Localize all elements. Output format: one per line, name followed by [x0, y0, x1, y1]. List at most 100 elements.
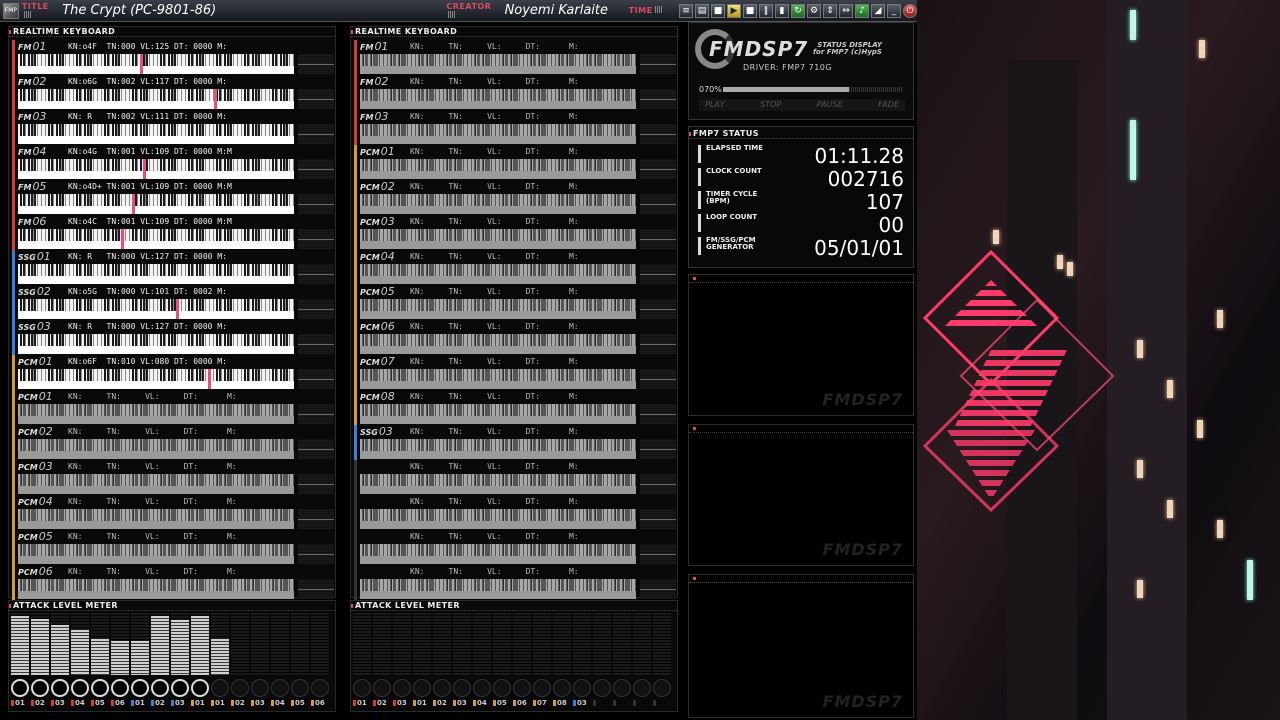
- channel-mute-toggle[interactable]: [433, 679, 451, 697]
- meter-fill: [171, 620, 189, 675]
- channel-mute-toggle[interactable]: [31, 679, 49, 697]
- close-icon[interactable]: ⏻: [903, 3, 918, 18]
- music-icon[interactable]: ♪: [855, 3, 870, 18]
- channel-row[interactable]: KN: TN: VL: DT: M:: [354, 565, 679, 600]
- channel-mute-toggle[interactable]: [131, 679, 149, 697]
- right-meter-header: ATTACK LEVEL METER: [351, 601, 677, 611]
- channel-name: PCM02: [18, 425, 53, 438]
- meter-channel-number: 04: [275, 699, 285, 707]
- save-icon[interactable]: ■: [711, 3, 726, 18]
- channel-mute-toggle[interactable]: [231, 679, 249, 697]
- channel-mute-toggle[interactable]: [251, 679, 269, 697]
- channel-row[interactable]: PCM03 KN: TN: VL: DT: M:: [12, 460, 337, 495]
- channel-info: KN:o6F TN:010 VL:080 DT: 0000 M:: [68, 357, 227, 366]
- fade-control[interactable]: FADE: [878, 99, 899, 111]
- channel-mute-toggle[interactable]: [311, 679, 329, 697]
- channel-row[interactable]: KN: TN: VL: DT: M:: [354, 460, 679, 495]
- channel-mute-toggle[interactable]: [71, 679, 89, 697]
- channel-row[interactable]: FM01 KN: TN: VL: DT: M:: [354, 40, 679, 75]
- channel-mute-toggle[interactable]: [111, 679, 129, 697]
- channel-row[interactable]: PCM03 KN: TN: VL: DT: M:: [354, 215, 679, 250]
- channel-row[interactable]: PCM02 KN: TN: VL: DT: M:: [12, 425, 337, 460]
- stop-icon[interactable]: ■: [743, 3, 758, 18]
- channel-mute-toggle[interactable]: [413, 679, 431, 697]
- channel-row[interactable]: PCM01 KN: TN: VL: DT: M:: [354, 145, 679, 180]
- volume-icon[interactable]: ◢: [871, 3, 886, 18]
- channel-row[interactable]: FM03 KN: R TN:002 VL:111 DT: 0000 M:: [12, 110, 337, 145]
- channel-color-bar: [354, 215, 357, 250]
- channel-mute-toggle[interactable]: [653, 679, 671, 697]
- channel-mute-toggle[interactable]: [493, 679, 511, 697]
- channel-mute-toggle[interactable]: [291, 679, 309, 697]
- pause-icon[interactable]: ‖: [759, 3, 774, 18]
- channel-mute-toggle[interactable]: [453, 679, 471, 697]
- channel-row[interactable]: FM05 KN:o4D+ TN:001 VL:109 DT: 0000 M:M: [12, 180, 337, 215]
- channel-mute-toggle[interactable]: [211, 679, 229, 697]
- channel-row[interactable]: KN: TN: VL: DT: M:: [354, 495, 679, 530]
- channel-row[interactable]: PCM02 KN: TN: VL: DT: M:: [354, 180, 679, 215]
- channel-row[interactable]: PCM06 KN: TN: VL: DT: M:: [12, 565, 337, 600]
- channel-mute-toggle[interactable]: [553, 679, 571, 697]
- menu-icon[interactable]: ≡: [679, 3, 694, 18]
- channel-mute-toggle[interactable]: [171, 679, 189, 697]
- record-icon[interactable]: ▮: [775, 3, 790, 18]
- meter-channel-label: 03: [251, 699, 269, 707]
- play-control[interactable]: PLAY: [705, 99, 725, 111]
- meter-column: [353, 613, 371, 675]
- channel-mute-toggle[interactable]: [533, 679, 551, 697]
- playback-progress-bar[interactable]: [723, 87, 903, 92]
- channel-name: FM01: [18, 40, 46, 53]
- channel-row[interactable]: PCM01 KN: TN: VL: DT: M:: [12, 390, 337, 425]
- channel-row[interactable]: FM03 KN: TN: VL: DT: M:: [354, 110, 679, 145]
- channel-row[interactable]: FM02 KN: TN: VL: DT: M:: [354, 75, 679, 110]
- minimize-icon[interactable]: _: [887, 3, 902, 18]
- channel-mute-toggle[interactable]: [353, 679, 371, 697]
- channel-name: [360, 565, 361, 578]
- channel-row[interactable]: KN: TN: VL: DT: M:: [354, 530, 679, 565]
- channel-mute-toggle[interactable]: [633, 679, 651, 697]
- stop-control[interactable]: STOP: [760, 99, 781, 111]
- channel-mute-toggle[interactable]: [51, 679, 69, 697]
- channel-row[interactable]: FM02 KN:o6G TN:002 VL:117 DT: 0000 M:: [12, 75, 337, 110]
- meter-channel-number: 01: [135, 699, 145, 707]
- channel-row[interactable]: SSG01 KN: R TN:000 VL:127 DT: 0000 M:: [12, 250, 337, 285]
- app-logo-icon[interactable]: FMP: [3, 2, 19, 19]
- channel-row[interactable]: FM04 KN:o4G TN:001 VL:109 DT: 0000 M:M: [12, 145, 337, 180]
- expand-icon[interactable]: ⇔: [839, 3, 854, 18]
- channel-mute-toggle[interactable]: [11, 679, 29, 697]
- mixer-icon[interactable]: ⇕: [823, 3, 838, 18]
- channel-name: FM03: [18, 110, 46, 123]
- channel-color-bar: [12, 320, 15, 355]
- channel-row[interactable]: PCM01 KN:o6F TN:010 VL:080 DT: 0000 M:: [12, 355, 337, 390]
- channel-row[interactable]: PCM04 KN: TN: VL: DT: M:: [354, 250, 679, 285]
- channel-mute-toggle[interactable]: [593, 679, 611, 697]
- channel-mute-toggle[interactable]: [473, 679, 491, 697]
- channel-mute-toggle[interactable]: [91, 679, 109, 697]
- channel-row[interactable]: FM06 KN:o4C TN:001 VL:109 DT: 0000 M:M: [12, 215, 337, 250]
- channel-row[interactable]: PCM06 KN: TN: VL: DT: M:: [354, 320, 679, 355]
- loop-icon[interactable]: ↻: [791, 3, 806, 18]
- channel-mute-toggle[interactable]: [393, 679, 411, 697]
- channel-row[interactable]: PCM05 KN: TN: VL: DT: M:: [12, 530, 337, 565]
- channel-row[interactable]: PCM05 KN: TN: VL: DT: M:: [354, 285, 679, 320]
- pause-control[interactable]: PAUSE: [817, 99, 843, 111]
- channel-mute-toggle[interactable]: [271, 679, 289, 697]
- channel-row[interactable]: PCM08 KN: TN: VL: DT: M:: [354, 390, 679, 425]
- meter-channel-label: [653, 699, 671, 707]
- channel-row[interactable]: SSG02 KN:o5G TN:000 VL:101 DT: 0002 M:: [12, 285, 337, 320]
- channel-mute-toggle[interactable]: [373, 679, 391, 697]
- settings-icon[interactable]: ⚙: [807, 3, 822, 18]
- channel-row[interactable]: FM01 KN:o4F TN:000 VL:125 DT: 0000 M:: [12, 40, 337, 75]
- channel-row[interactable]: PCM07 KN: TN: VL: DT: M:: [354, 355, 679, 390]
- channel-mute-toggle[interactable]: [573, 679, 591, 697]
- channel-mute-toggle[interactable]: [191, 679, 209, 697]
- play-icon[interactable]: ▶: [727, 3, 742, 18]
- open-icon[interactable]: ▤: [695, 3, 710, 18]
- channel-mute-toggle[interactable]: [151, 679, 169, 697]
- channel-row[interactable]: SSG03 KN: R TN:000 VL:127 DT: 0000 M:: [12, 320, 337, 355]
- channel-mute-toggle[interactable]: [513, 679, 531, 697]
- channel-row[interactable]: PCM04 KN: TN: VL: DT: M:: [12, 495, 337, 530]
- channel-scope: [640, 264, 676, 284]
- channel-row[interactable]: SSG03 KN: TN: VL: DT: M:: [354, 425, 679, 460]
- channel-mute-toggle[interactable]: [613, 679, 631, 697]
